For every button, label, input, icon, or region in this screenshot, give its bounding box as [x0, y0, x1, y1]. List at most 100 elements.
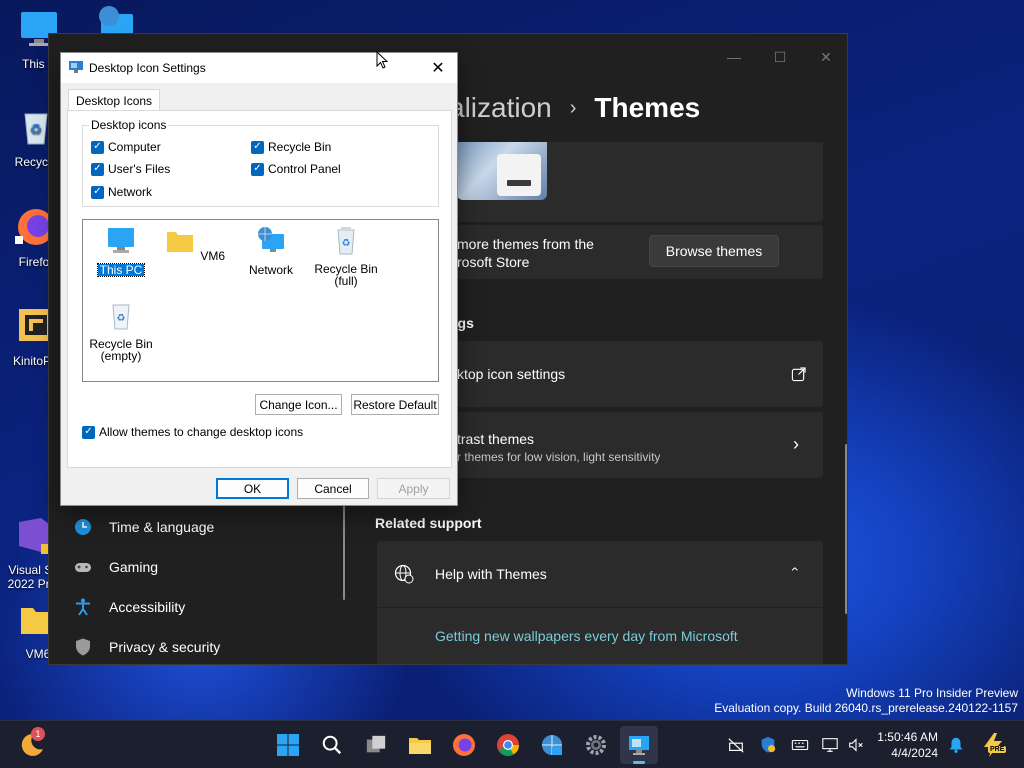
- breadcrumb-parent[interactable]: alization: [449, 92, 552, 124]
- chevron-up-icon[interactable]: ›: [785, 567, 801, 572]
- icon-item-vm6[interactable]: VM6: [158, 226, 234, 263]
- taskbar: 1 1:50:46 AM 4/4/2024 PRE: [0, 720, 1024, 768]
- recycle-bin-empty-icon: ♻: [112, 304, 130, 330]
- preview-bar: [507, 180, 531, 186]
- svg-text:♻: ♻: [342, 238, 351, 249]
- clock-time: 1:50:46 AM: [877, 730, 938, 744]
- nav-scrollbar[interactable]: [343, 504, 345, 600]
- checkbox-network[interactable]: ✓ Network: [91, 185, 152, 199]
- firefox-taskbar-button[interactable]: [448, 729, 480, 761]
- file-explorer-button[interactable]: [404, 729, 436, 761]
- apply-button[interactable]: Apply: [377, 478, 450, 499]
- settings-taskbar-button[interactable]: [580, 729, 612, 761]
- checkbox-label: Control Panel: [268, 162, 341, 176]
- dialog-title-bar[interactable]: Desktop Icon Settings ✕: [61, 53, 457, 83]
- checkbox-users-files[interactable]: ✓ User's Files: [91, 162, 170, 176]
- theme-thumbnail[interactable]: [457, 142, 547, 200]
- display-tray-button[interactable]: [820, 735, 840, 755]
- help-with-themes-content: Getting new wallpapers every day from Mi…: [377, 608, 823, 664]
- gear-icon: [586, 735, 606, 755]
- chrome-taskbar-button[interactable]: [492, 729, 524, 761]
- volume-mute-icon: [849, 738, 863, 752]
- folder-icon: [166, 232, 193, 252]
- network-off-icon: [728, 738, 744, 753]
- desktop-icon-network[interactable]: [80, 4, 152, 36]
- related-support-header: Related support: [375, 515, 482, 531]
- checkmark-icon: ✓: [82, 425, 95, 439]
- nav-item-accessibility[interactable]: Accessibility: [73, 589, 185, 625]
- checkbox-label: Recycle Bin: [268, 140, 332, 154]
- icon-item-this-pc[interactable]: This PC: [83, 226, 159, 277]
- file-explorer-icon: [409, 738, 431, 754]
- desktop-icons-tab-panel: Desktop icons ✓ Computer ✓ User's Files …: [67, 110, 452, 468]
- ok-button[interactable]: OK: [216, 478, 289, 499]
- checkbox-label: Network: [108, 185, 153, 199]
- restore-default-button[interactable]: Restore Default: [351, 394, 439, 415]
- firefox-icon: [453, 734, 475, 756]
- icon-item-label: VM6: [200, 249, 226, 263]
- checkbox-computer[interactable]: ✓ Computer: [91, 140, 161, 154]
- notifications-button[interactable]: [946, 735, 966, 755]
- mouse-cursor-icon: [376, 51, 388, 69]
- task-view-button[interactable]: [360, 729, 392, 761]
- checkbox-recycle-bin[interactable]: ✓ Recycle Bin: [251, 140, 331, 154]
- checkbox-label: User's Files: [108, 162, 171, 176]
- system-clock[interactable]: 1:50:46 AM 4/4/2024: [864, 729, 938, 761]
- maximize-icon: ☐: [773, 48, 787, 65]
- desktop-settings-taskbar-button[interactable]: [620, 726, 658, 764]
- network-off-tray-button[interactable]: [726, 735, 746, 755]
- checkbox-allow-themes[interactable]: ✓ Allow themes to change desktop icons: [82, 425, 303, 439]
- chevron-right-icon: ›: [793, 434, 799, 454]
- icon-item-recycle-bin-full[interactable]: ♻ Recycle Bin (full): [308, 226, 384, 288]
- checkmark-icon: ✓: [251, 162, 264, 176]
- browse-themes-button[interactable]: Browse themes: [649, 235, 779, 267]
- wallpapers-help-link[interactable]: Getting new wallpapers every day from Mi…: [435, 628, 738, 644]
- task-view-icon: [366, 735, 386, 753]
- help-with-themes-card[interactable]: Help with Themes ›: [377, 541, 823, 607]
- checkmark-icon: ✓: [251, 140, 264, 154]
- globe-clock-icon: [75, 519, 91, 535]
- close-button[interactable]: ✕: [803, 42, 847, 72]
- keyboard-tray-button[interactable]: [790, 735, 810, 755]
- search-button[interactable]: [316, 729, 348, 761]
- network-globe-icon: [99, 6, 133, 36]
- widgets-button[interactable]: 1: [16, 727, 48, 761]
- notification-badge: 1: [31, 727, 45, 741]
- chevron-right-icon: ›: [569, 96, 577, 119]
- icon-item-recycle-bin-empty[interactable]: ♻ Recycle Bin (empty): [83, 301, 159, 363]
- content-scrollbar[interactable]: [845, 444, 847, 614]
- icon-item-label: This PC: [96, 263, 146, 277]
- dialog-close-button[interactable]: ✕: [427, 57, 449, 79]
- checkbox-label: Allow themes to change desktop icons: [99, 425, 304, 439]
- shield-icon: [76, 638, 90, 656]
- windows-logo-icon: [277, 734, 299, 756]
- volume-tray-button[interactable]: [846, 735, 866, 755]
- icon-list[interactable]: This PC VM6 Network ♻ Recycle Bin (full)…: [82, 219, 439, 382]
- maximize-button[interactable]: ☐: [757, 42, 803, 72]
- start-button[interactable]: [272, 729, 304, 761]
- tab-desktop-icons[interactable]: Desktop Icons: [68, 89, 161, 111]
- change-icon-button[interactable]: Change Icon...: [255, 394, 342, 415]
- desktop-icon-settings-dialog: Desktop Icon Settings ✕ Desktop Icons De…: [60, 52, 458, 506]
- nav-item-privacy-security[interactable]: Privacy & security: [73, 629, 220, 664]
- network-globe-icon: [542, 735, 562, 755]
- accessibility-icon: [76, 598, 90, 616]
- icon-item-label: Recycle Bin (full): [314, 262, 378, 288]
- store-card-title: more themes from the: [457, 236, 594, 252]
- store-card-subtitle: rosoft Store: [457, 254, 530, 270]
- insider-build-tray-button[interactable]: PRE: [980, 732, 1007, 758]
- nav-item-gaming[interactable]: Gaming: [73, 549, 158, 585]
- external-link-icon: [791, 367, 806, 382]
- nav-item-time-language[interactable]: Time & language: [73, 509, 214, 545]
- security-tray-button[interactable]: [758, 735, 778, 755]
- checkbox-control-panel[interactable]: ✓ Control Panel: [251, 162, 341, 176]
- keyboard-icon: [791, 739, 809, 751]
- cancel-button[interactable]: Cancel: [297, 478, 369, 499]
- desktop-settings-app-icon: [629, 736, 649, 755]
- bell-icon: [949, 737, 963, 753]
- contrast-themes-title: trast themes: [457, 431, 535, 447]
- minimize-button[interactable]: —: [711, 42, 757, 72]
- network-app-taskbar-button[interactable]: [536, 729, 568, 761]
- visual-studio-icon: [19, 518, 53, 554]
- icon-item-network[interactable]: Network: [233, 226, 309, 277]
